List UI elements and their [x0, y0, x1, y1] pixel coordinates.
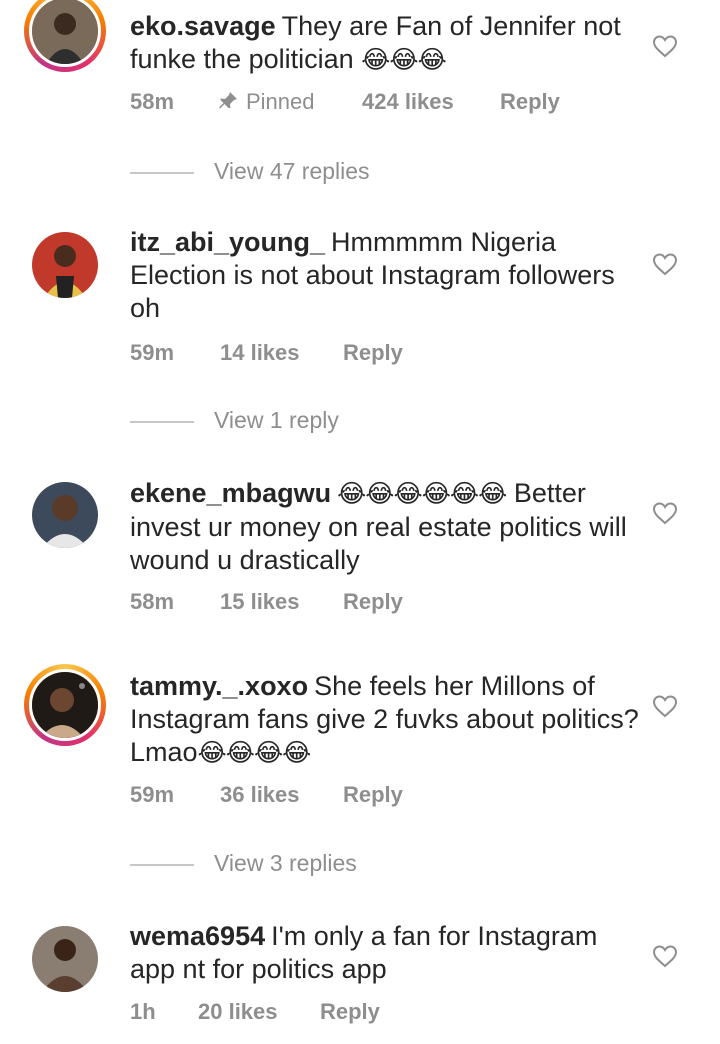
- heart-icon[interactable]: [652, 501, 678, 525]
- reply-button[interactable]: Reply: [320, 999, 380, 1025]
- divider-line: [130, 421, 194, 423]
- view-replies-label: View 1 reply: [214, 407, 339, 433]
- reply-button[interactable]: Reply: [343, 782, 403, 808]
- comment-username[interactable]: tammy._.xoxo: [130, 671, 308, 701]
- comment-likes[interactable]: 20 likes: [198, 999, 278, 1025]
- comment-username[interactable]: wema6954: [130, 921, 265, 951]
- comment-time: 58m: [130, 589, 175, 614]
- reply-button[interactable]: Reply: [500, 89, 560, 115]
- avatar-story-ring[interactable]: [24, 664, 106, 746]
- avatar-wrapper[interactable]: [24, 474, 106, 556]
- comment-emoji: 😂😂😂😂: [197, 739, 312, 767]
- divider-line: [130, 172, 194, 174]
- comment-username[interactable]: eko.savage: [130, 11, 276, 41]
- avatar: [32, 482, 98, 548]
- comment-emoji: 😂😂😂😂😂😂: [337, 480, 507, 508]
- avatar: [32, 232, 98, 298]
- comment-text: wema6954 I'm only a fan for Instagram app…: [130, 920, 640, 986]
- pinned-indicator: Pinned: [218, 89, 315, 115]
- avatar: [29, 0, 101, 67]
- comment-likes[interactable]: 424 likes: [362, 89, 454, 115]
- avatar-image: [32, 482, 98, 548]
- comment-username[interactable]: itz_abi_young_: [130, 227, 325, 257]
- comment-time: 59m: [130, 340, 175, 365]
- avatar-story-ring[interactable]: [24, 0, 106, 72]
- comment-text: eko.savage They are Fan of Jennifer not f…: [130, 10, 640, 77]
- avatar-wrapper[interactable]: [24, 224, 106, 306]
- reply-button[interactable]: Reply: [343, 340, 403, 366]
- avatar-image: [32, 926, 98, 992]
- avatar-image: [32, 0, 98, 64]
- comment-likes[interactable]: 36 likes: [220, 782, 300, 808]
- avatar: [29, 669, 101, 741]
- comment-text: ekene_mbagwu 😂😂😂😂😂😂 Better invest ur mone…: [130, 477, 640, 577]
- comment-text: itz_abi_young_ Hmmmmm Nigeria Election is…: [130, 226, 640, 325]
- avatar-image: [32, 672, 98, 738]
- heart-icon[interactable]: [652, 34, 678, 58]
- view-replies-label: View 3 replies: [214, 850, 357, 876]
- comment-emoji: 😂😂😂: [361, 46, 447, 74]
- comment-time: 59m: [130, 782, 175, 807]
- heart-icon[interactable]: [652, 694, 678, 718]
- comment-time: 58m: [130, 89, 175, 114]
- comment-likes[interactable]: 15 likes: [220, 589, 300, 615]
- view-replies-label: View 47 replies: [214, 158, 370, 184]
- heart-icon[interactable]: [652, 252, 678, 276]
- heart-icon[interactable]: [652, 944, 678, 968]
- avatar-wrapper[interactable]: [24, 918, 106, 1000]
- comment-likes[interactable]: 14 likes: [220, 340, 300, 366]
- avatar: [32, 926, 98, 992]
- reply-button[interactable]: Reply: [343, 589, 403, 615]
- avatar-image: [32, 232, 98, 298]
- comment-username[interactable]: ekene_mbagwu: [130, 478, 331, 508]
- comment-text: tammy._.xoxo She feels her Millons of Ins…: [130, 670, 640, 770]
- pinned-label: Pinned: [246, 89, 315, 114]
- divider-line: [130, 864, 194, 866]
- pin-icon: [219, 92, 237, 109]
- comment-time: 1h: [130, 999, 156, 1024]
